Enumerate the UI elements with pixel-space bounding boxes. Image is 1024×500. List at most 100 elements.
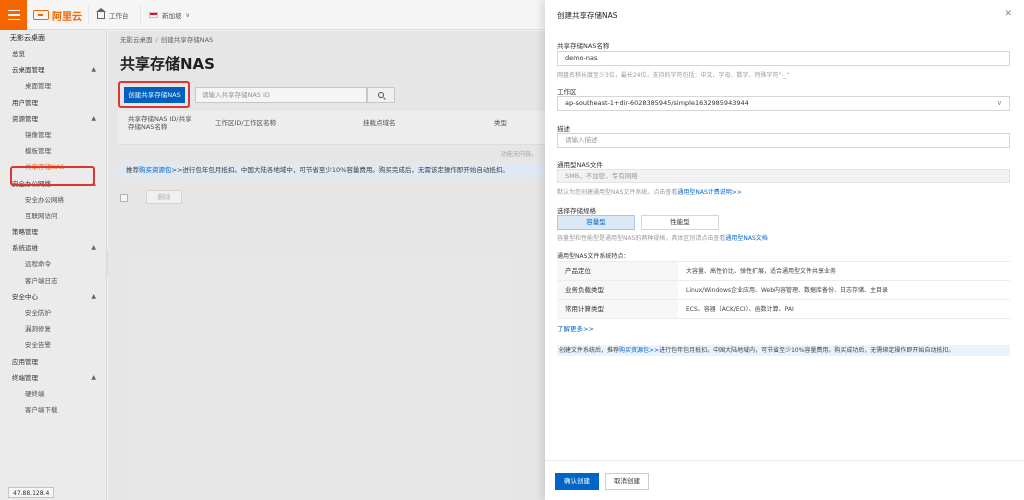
page-title: 共享存储NAS (120, 55, 215, 73)
empty-text: 功能无内容。 (500, 151, 537, 158)
sidebar-nav: 总览 云桌面管理 ▲ 桌面管理 用户管理 资源管理 ▲ 镜像管理 模板管理 共享存储NAS 安全办公… (0, 46, 106, 418)
sidebar-item[interactable]: 客户端日志 (0, 273, 106, 289)
notice-suffix: >>进行包年包月抵扣。中国大陆各地域中，可节省至少10%容量费用。购买完成后，无… (171, 166, 509, 174)
close-icon[interactable]: ✕ (1004, 9, 1012, 19)
spec-option-performance[interactable]: 性能型 (641, 215, 719, 230)
logo[interactable]: 阿里云 (33, 8, 82, 23)
aliyun-logo-icon (33, 10, 49, 20)
region-label: 新加坡 (162, 12, 182, 20)
feature-value: ECS、容器（ACK/ECI）、函数计算、PAI (686, 306, 794, 313)
sidebar-item[interactable]: 策略管理 (0, 224, 106, 240)
drawer-buy-resource-link[interactable]: 购买资源包>> (619, 347, 659, 354)
sidebar-item-label: 系统运维 (12, 244, 38, 253)
singapore-flag-icon (149, 12, 158, 18)
menu-icon[interactable] (0, 0, 27, 30)
workbench-button[interactable]: 工作台 (88, 6, 137, 24)
spec-option-capacity[interactable]: 容量型 (557, 215, 635, 230)
sidebar-item[interactable]: 云桌面管理 ▲ (0, 62, 106, 78)
sidebar-item[interactable]: 镜像管理 (0, 127, 106, 143)
drawer-footer: 确认创建 取消创建 (545, 460, 1024, 500)
breadcrumb-item: 创建共享存储NAS (160, 36, 214, 44)
table-header: 共享存储NAS ID/共享存储NAS名称 工作区ID/工作区名称 挂载点域名 类… (118, 111, 545, 145)
chevron-up-icon: ▲ (91, 373, 96, 381)
features-table: 产品定位 大容量、高性价比、弹性扩展，适合通用型文件共享业务 业务负载类型 Linux… (557, 261, 1010, 319)
nas-type-hint-text: 默认为您创建通用型NAS文件系统。点击查看 (557, 189, 678, 196)
search-button[interactable] (367, 87, 395, 103)
sidebar-item[interactable]: 安全中心 ▲ (0, 289, 106, 305)
chevron-up-icon: ▲ (91, 292, 96, 300)
ip-address-badge: 47.88.128.4 (8, 487, 55, 498)
buy-resource-pack-link[interactable]: 购买资源包 (139, 166, 172, 174)
search-input[interactable]: 请输入共享存储NAS ID (195, 87, 367, 103)
sidebar-item[interactable]: 安全办公网络 (0, 192, 106, 208)
region-selector[interactable]: 新加坡 ∨ (140, 6, 198, 24)
sidebar-item[interactable]: 系统运维 ▲ (0, 240, 106, 256)
sidebar-item-label: 用户管理 (12, 98, 38, 107)
sidebar: 无影云桌面 总览 云桌面管理 ▲ 桌面管理 用户管理 资源管理 ▲ 镜像管理 模板管理 共享存储N… (0, 30, 107, 500)
sidebar-item-label: 漏洞修复 (25, 325, 51, 334)
nas-menu-highlight (10, 166, 95, 186)
search-icon (378, 92, 384, 98)
delete-button[interactable]: 删除 (146, 190, 182, 204)
sidebar-item-label: 安全中心 (12, 292, 38, 301)
drawer-resource-notice: 创建文件系统后，推荐购买资源包>>进行包年包月抵扣。中国大陆地域内，可节省至少1… (557, 345, 1010, 356)
sidebar-item-label: 桌面管理 (25, 82, 51, 91)
sidebar-item-label: 应用管理 (12, 357, 38, 366)
nas-doc-link[interactable]: 通用型NAS文档 (725, 235, 767, 242)
sidebar-item-label: 客户端日志 (25, 276, 58, 285)
sidebar-item[interactable]: 用户管理 (0, 95, 106, 111)
cancel-create-button[interactable]: 取消创建 (605, 473, 649, 490)
sidebar-item[interactable]: 终端管理 ▲ (0, 370, 106, 386)
sidebar-item[interactable]: 漏洞修复 (0, 321, 106, 337)
nas-type-hint: 默认为您创建通用型NAS文件系统。点击查看通用型NAS计费说明>> (557, 187, 742, 196)
sidebar-item[interactable]: 安全防护 (0, 305, 106, 321)
feature-row: 产品定位 大容量、高性价比、弹性扩展，适合通用型文件共享业务 (557, 262, 1010, 281)
sidebar-item-label: 硬终端 (25, 389, 45, 398)
breadcrumb-item[interactable]: 无影云桌面 (120, 36, 153, 44)
resource-pack-notice: 推荐购买资源包>>进行包年包月抵扣。中国大陆各地域中，可节省至少10%容量费用。… (118, 163, 545, 178)
description-input[interactable]: 请输入描述 (557, 133, 1010, 148)
workbench-label: 工作台 (109, 12, 129, 20)
spec-hint-text: 容量型和性能型是通用型NAS的两种规格，具体区别请点击查看 (557, 235, 726, 242)
sidebar-item-label: 云桌面管理 (12, 66, 45, 75)
sidebar-item[interactable]: 远程命令 (0, 256, 106, 272)
sidebar-item[interactable]: 安全告警 (0, 337, 106, 353)
notice-prefix: 推荐 (126, 166, 139, 174)
column-header-mount: 挂载点域名 (363, 119, 396, 127)
sidebar-item[interactable]: 资源管理 ▲ (0, 111, 106, 127)
chevron-up-icon: ▲ (91, 244, 96, 252)
drawer-title: 创建共享存储NAS (557, 11, 618, 20)
sidebar-item[interactable]: 互联网访问 (0, 208, 106, 224)
spec-hint: 容量型和性能型是通用型NAS的两种规格，具体区别请点击查看通用型NAS文档 (557, 233, 768, 242)
sidebar-item[interactable]: 硬终端 (0, 386, 106, 402)
feature-key: 业务负载类型 (557, 281, 678, 299)
features-label: 通用型NAS文件系统特点： (557, 253, 630, 260)
sidebar-item[interactable]: 桌面管理 (0, 78, 106, 94)
chevron-down-icon: ∨ (185, 11, 190, 19)
sidebar-item-label: 总览 (12, 50, 25, 58)
feature-row: 常用计算类型 ECS、容器（ACK/ECI）、函数计算、PAI (557, 300, 1010, 319)
chevron-up-icon: ▲ (91, 66, 96, 74)
sidebar-item-label: 互联网访问 (25, 211, 58, 220)
sidebar-item-label: 终端管理 (12, 373, 38, 382)
workspace-select[interactable]: ap-southeast-1+dir-6028385945/simple1632… (557, 96, 1010, 111)
sidebar-item[interactable]: 总览 (0, 46, 106, 62)
main-content: 无影云桌面 / 创建共享存储NAS 共享存储NAS 创建共享存储NAS 请输入共享存… (108, 31, 545, 500)
feature-key: 产品定位 (557, 262, 678, 280)
nas-name-hint: 网盘名称长度至少3位，最长24位，支持的字符包括：中文、字母、数字、特殊字符"-… (557, 72, 790, 79)
sidebar-item-label: 安全防护 (25, 309, 51, 317)
confirm-create-button[interactable]: 确认创建 (555, 473, 599, 490)
nas-name-input[interactable]: demo-nas (557, 51, 1010, 66)
workspace-label: 工作区 (557, 88, 577, 96)
sidebar-item-label: 客户端下载 (25, 406, 58, 415)
nas-billing-link[interactable]: 通用型NAS计费说明>> (677, 189, 741, 196)
breadcrumb: 无影云桌面 / 创建共享存储NAS (120, 36, 214, 44)
sidebar-item[interactable]: 客户端下载 (0, 402, 106, 418)
sidebar-item[interactable]: 应用管理 (0, 354, 106, 370)
sidebar-item[interactable]: 模板管理 (0, 143, 106, 159)
learn-more-link[interactable]: 了解更多>> (557, 323, 594, 333)
chevron-up-icon: ▲ (91, 114, 96, 122)
column-header-type: 类型 (494, 119, 507, 127)
select-all-checkbox[interactable] (120, 194, 128, 202)
sidebar-item-label: 策略管理 (12, 228, 38, 237)
